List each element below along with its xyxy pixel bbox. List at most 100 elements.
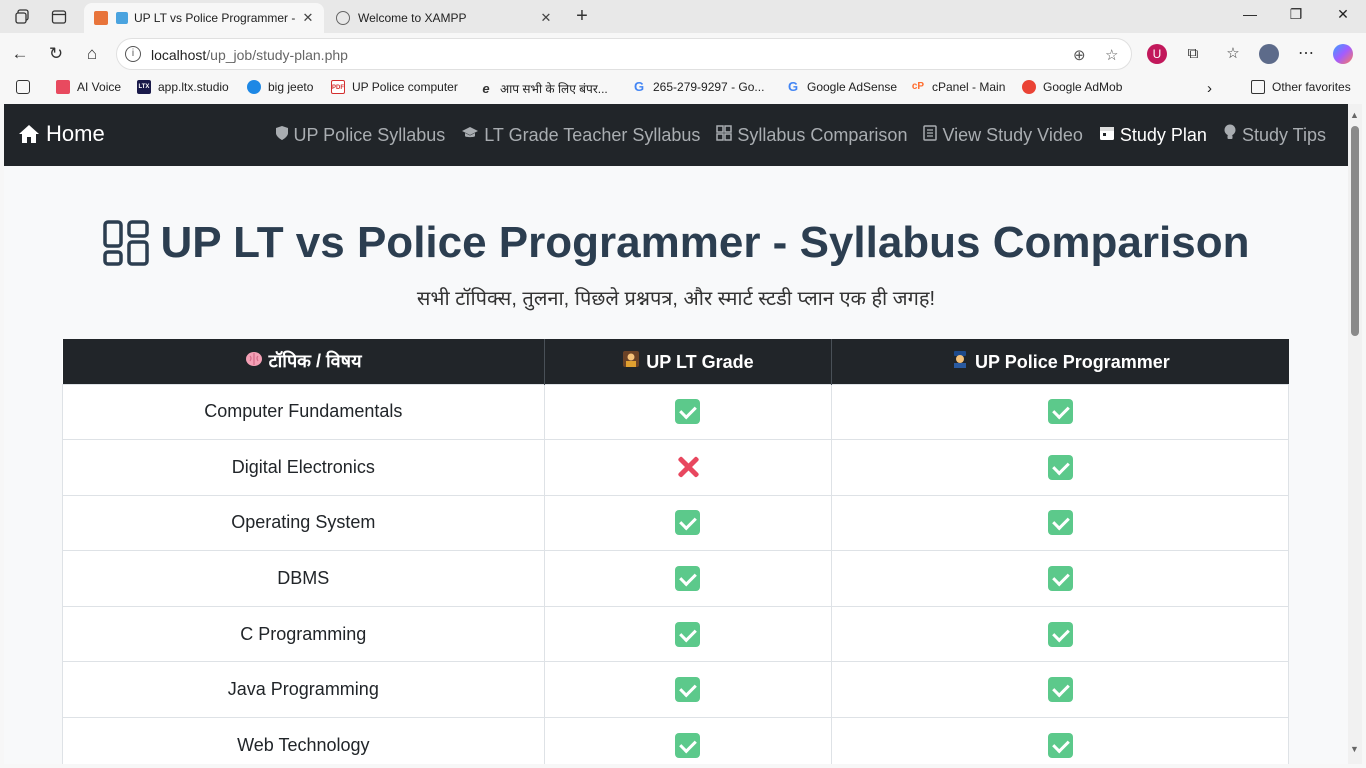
favorites-icon[interactable]: ☆: [1223, 44, 1243, 64]
check-mark-icon: [675, 510, 701, 536]
tab-study-plan[interactable]: UP LT vs Police Programmer - ✕: [84, 3, 324, 33]
close-tab-icon[interactable]: ✕: [298, 10, 318, 26]
address-bar-row: ← ↻ ⌂ i localhost/up_job/study-plan.php …: [0, 33, 1366, 75]
refresh-icon[interactable]: ↻: [45, 43, 67, 65]
brain-icon: [245, 351, 263, 372]
back-icon[interactable]: ←: [9, 43, 31, 65]
topic-cell: Operating System: [62, 494, 545, 552]
topic-cell: Web Technology: [62, 717, 545, 764]
police-cell: [831, 439, 1289, 496]
scroll-down-icon[interactable]: ▼: [1350, 744, 1359, 754]
header-police-programmer: UP Police Programmer: [831, 339, 1289, 384]
tab-xampp[interactable]: Welcome to XAMPP ✕: [326, 3, 562, 33]
table-row: C Programming: [62, 605, 1289, 663]
ltx-icon: LTX: [137, 80, 151, 94]
cpanel-icon: cP: [911, 81, 925, 92]
scroll-thumb[interactable]: [1351, 126, 1359, 336]
table-row: Web Technology: [62, 717, 1289, 764]
home-link[interactable]: Home: [18, 121, 105, 147]
check-mark-icon: [1047, 621, 1073, 647]
bookmark-ai-voice[interactable]: AI Voice: [56, 80, 121, 94]
bookmark-admob[interactable]: Google AdMob: [1022, 80, 1122, 94]
nav-link-comparison[interactable]: Syllabus Comparison: [716, 124, 907, 146]
scroll-up-icon[interactable]: ▲: [1350, 110, 1359, 120]
header-topic: टॉपिक / विषय: [62, 339, 545, 384]
profile-avatar[interactable]: [1259, 44, 1279, 64]
check-mark-icon: [1047, 399, 1073, 425]
vertical-tabs-icon[interactable]: [48, 6, 70, 28]
favorite-star-icon[interactable]: ☆: [1105, 46, 1118, 64]
nav-link-police-syllabus[interactable]: UP Police Syllabus: [275, 124, 445, 146]
header-lt-grade: UP LT Grade: [543, 339, 832, 384]
topic-cell: C Programming: [62, 605, 545, 663]
topic-cell: Computer Fundamentals: [62, 383, 545, 441]
graduation-cap-icon: [461, 126, 479, 145]
nav-link-study-tips[interactable]: Study Tips: [1223, 124, 1326, 146]
nav-link-study-video[interactable]: View Study Video: [923, 124, 1083, 146]
teacher-icon: [622, 350, 640, 373]
bookmark-ltx-studio[interactable]: LTX app.ltx.studio: [137, 80, 229, 94]
table-body: Computer Fundamentals Digital Electronics…: [62, 383, 1289, 764]
close-tab-icon[interactable]: ✕: [536, 10, 556, 26]
bookmarks-overflow-icon[interactable]: ›: [1207, 80, 1212, 97]
folder-icon: [1251, 80, 1265, 94]
restore-icon[interactable]: ❐: [1286, 6, 1306, 23]
shield-icon: [275, 125, 289, 146]
police-cell: [831, 383, 1289, 441]
browser-tab-bar: UP LT vs Police Programmer - ✕ Welcome t…: [0, 0, 1366, 33]
more-menu-icon[interactable]: ⋯: [1296, 44, 1316, 64]
reading-view-icon[interactable]: [16, 80, 37, 94]
zoom-icon[interactable]: ⊕: [1073, 46, 1086, 64]
table-row: Operating System: [62, 494, 1289, 552]
syllabus-comparison-table: टॉपिक / विषय UP LT Grade UP Police Progr…: [62, 339, 1289, 764]
copilot-icon[interactable]: [1333, 44, 1353, 64]
workspaces-icon[interactable]: [12, 6, 34, 28]
big-jeeto-icon: [247, 80, 261, 94]
table-row: Digital Electronics: [62, 439, 1289, 496]
xampp-favicon-icon: [94, 11, 108, 25]
nav-link-study-plan[interactable]: Study Plan: [1099, 124, 1207, 146]
table-row: Computer Fundamentals: [62, 383, 1289, 441]
calendar-icon: [1099, 125, 1115, 146]
bookmark-phone[interactable]: G 265-279-9297 - Go...: [632, 79, 764, 95]
page-scrollbar[interactable]: ▲ ▼: [1348, 104, 1362, 764]
new-tab-button[interactable]: +: [570, 5, 594, 28]
bookmark-big-jeeto[interactable]: big jeeto: [247, 80, 313, 94]
police-cell: [831, 661, 1289, 719]
bookmarks-bar: AI Voice LTX app.ltx.studio big jeeto PDF…: [0, 75, 1366, 101]
book-icon: [116, 12, 128, 24]
check-mark-icon: [675, 732, 701, 758]
pdf-icon: PDF: [331, 80, 345, 94]
site-navbar: Home UP Police Syllabus LT Grade Teacher…: [4, 104, 1348, 166]
address-input[interactable]: i localhost/up_job/study-plan.php ⊕ ☆: [116, 38, 1132, 70]
page-title: UP LT vs Police Programmer - Syllabus Co…: [4, 218, 1348, 268]
site-info-icon[interactable]: i: [125, 46, 141, 62]
page-title-text: UP LT vs Police Programmer - Syllabus Co…: [160, 218, 1250, 267]
lt-cell: [543, 605, 833, 663]
nav-link-lt-syllabus[interactable]: LT Grade Teacher Syllabus: [461, 124, 700, 146]
extension-shield-icon[interactable]: U: [1147, 44, 1167, 64]
bookmark-adsense[interactable]: G Google AdSense: [786, 80, 897, 95]
home-icon: [19, 125, 39, 143]
bookmark-hindi[interactable]: e आप सभी के लिए बंपर...: [479, 80, 607, 97]
bookmark-up-police[interactable]: PDF UP Police computer: [331, 80, 458, 94]
close-window-icon[interactable]: ✕: [1333, 6, 1353, 23]
loading-icon: [336, 11, 350, 25]
check-mark-icon: [675, 399, 701, 425]
topic-cell: Java Programming: [62, 661, 545, 719]
bookmark-cpanel[interactable]: cP cPanel - Main: [911, 80, 1006, 94]
minimize-icon[interactable]: —: [1240, 6, 1260, 22]
tab-title: Welcome to XAMPP: [358, 11, 467, 25]
extensions-puzzle-icon[interactable]: ⧉: [1183, 44, 1203, 64]
lt-cell: [543, 383, 833, 441]
police-cell: [831, 550, 1289, 607]
topic-cell: Digital Electronics: [62, 439, 545, 496]
lt-cell: [543, 661, 833, 719]
tab-title: UP LT vs Police Programmer -: [134, 11, 296, 25]
table-header-row: टॉपिक / विषय UP LT Grade UP Police Progr…: [62, 339, 1289, 384]
grid-icon: [102, 220, 149, 266]
google-icon: G: [633, 79, 645, 94]
home-icon[interactable]: ⌂: [81, 43, 103, 65]
other-favorites[interactable]: Other favorites: [1251, 80, 1351, 94]
lt-cell: [543, 439, 833, 496]
